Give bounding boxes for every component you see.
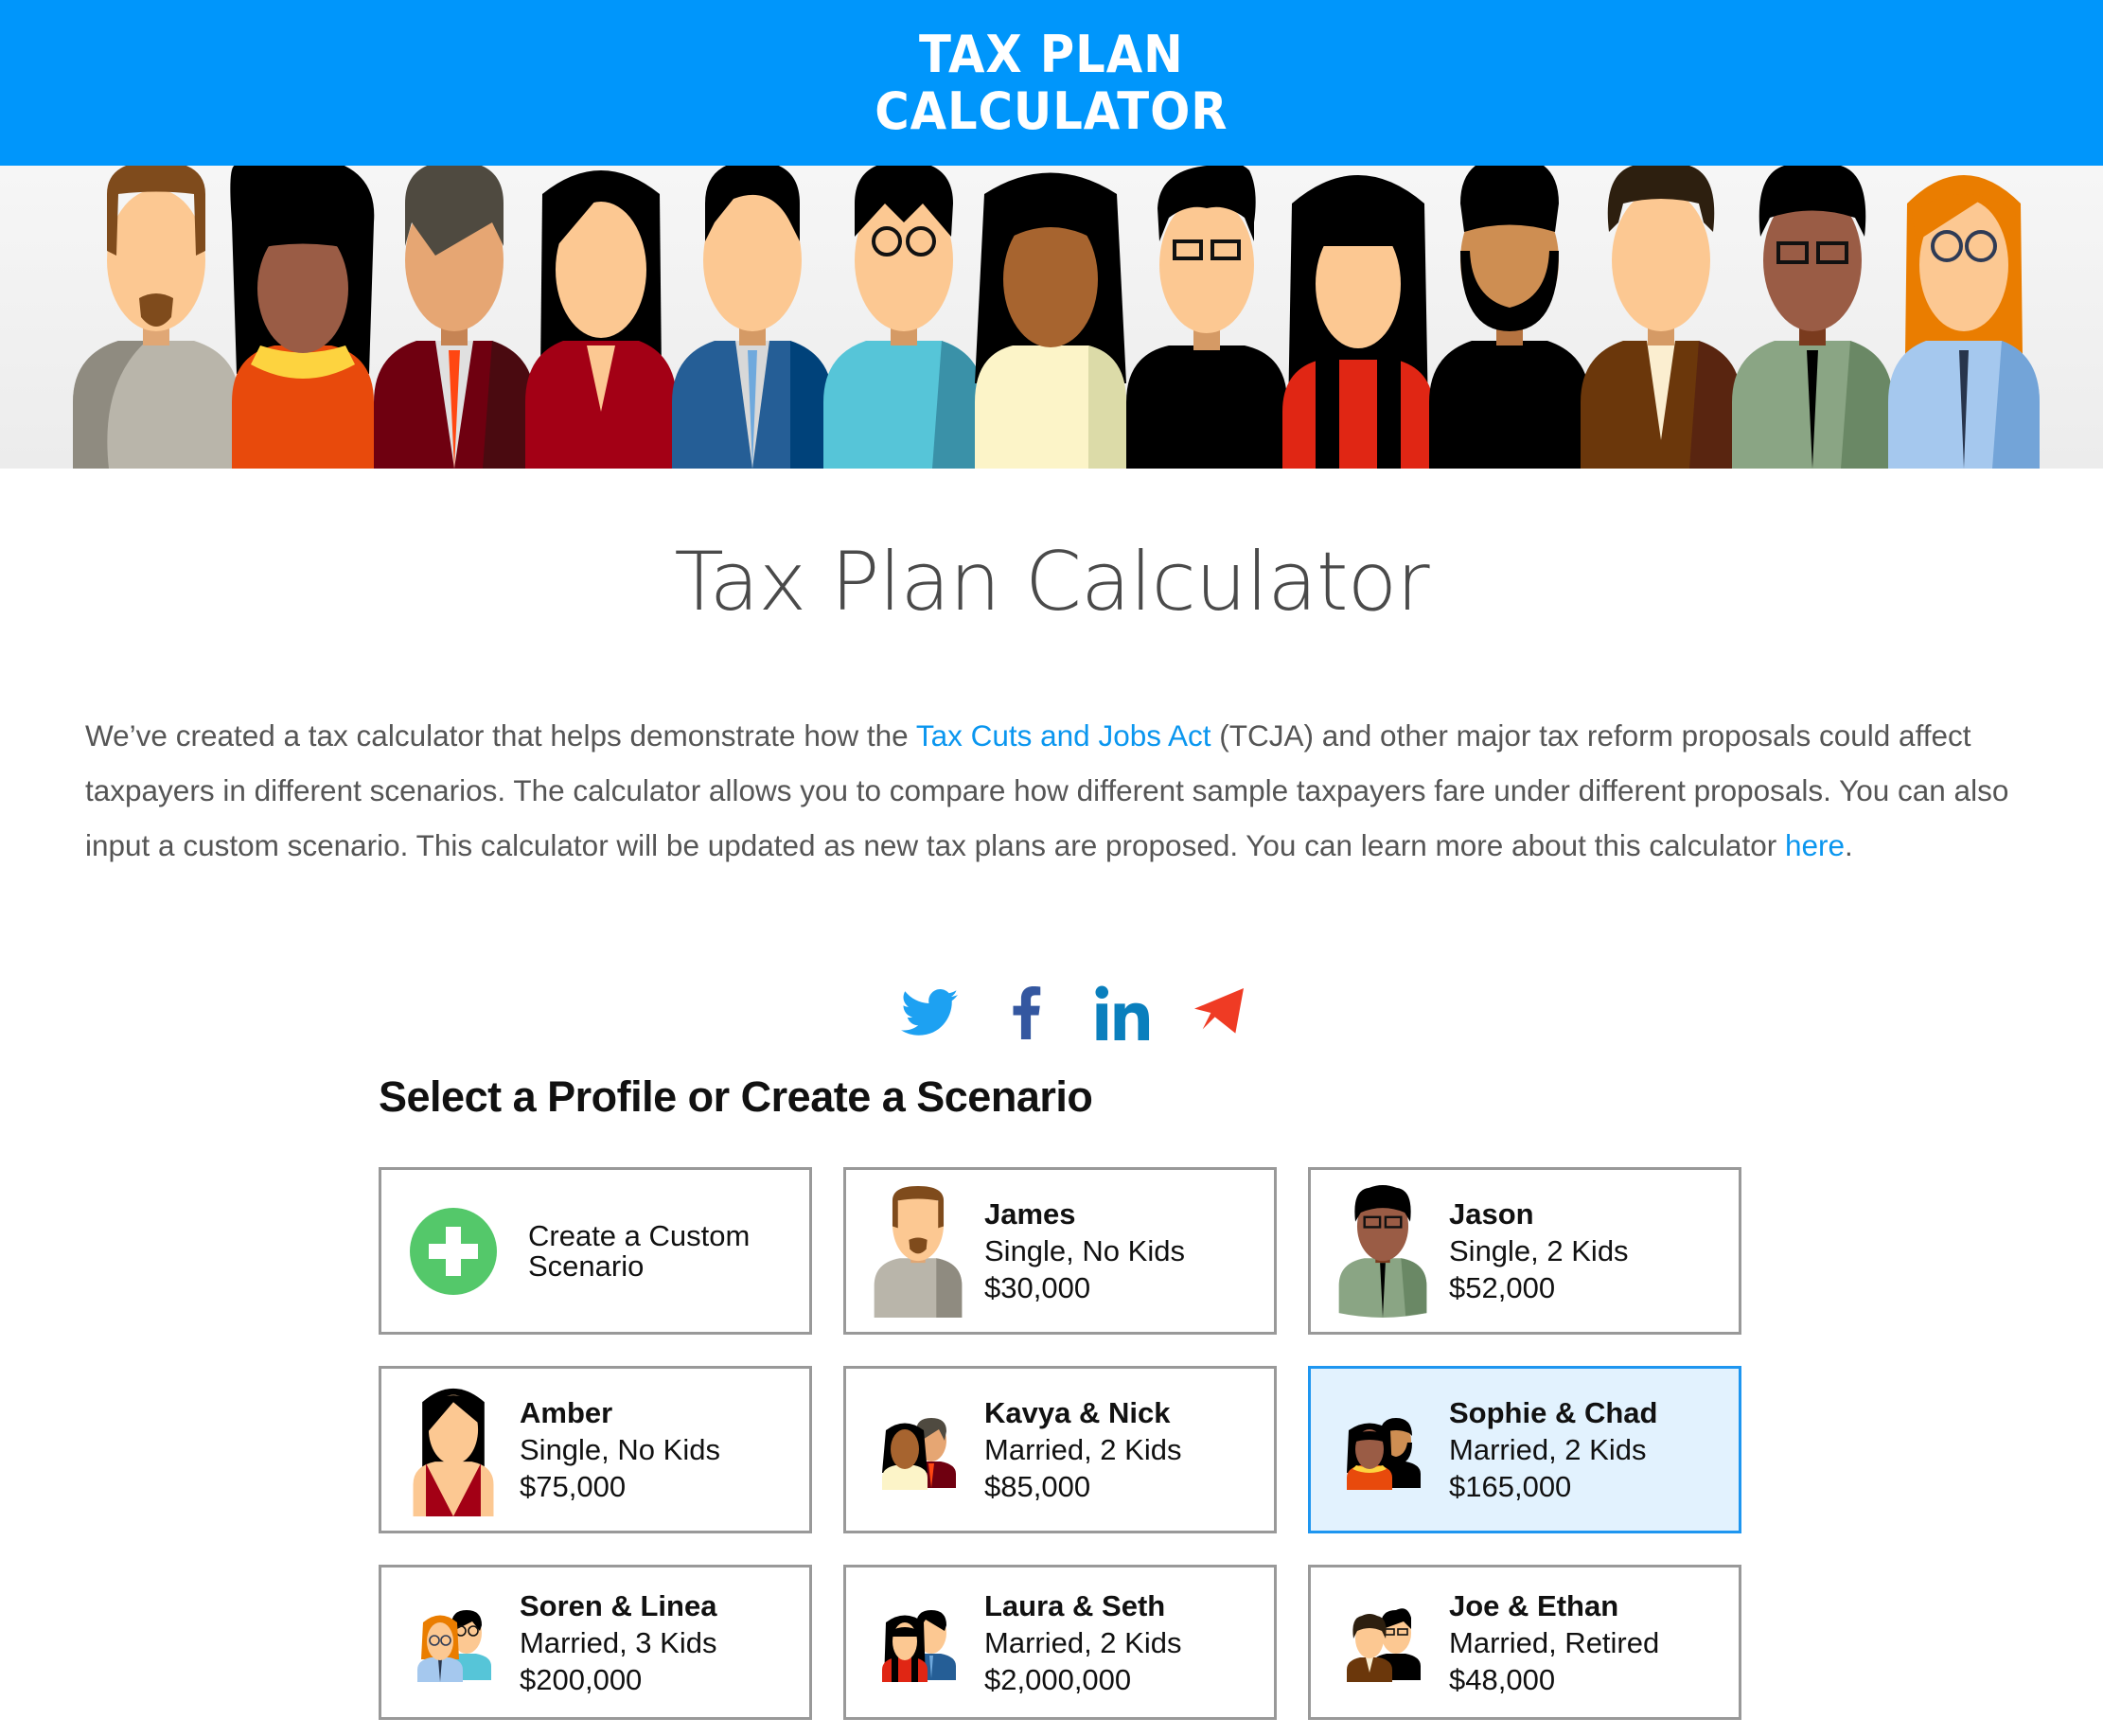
- profile-income: $165,000: [1449, 1470, 1572, 1503]
- avatar-figure: [374, 166, 535, 469]
- avatar-figure: [1282, 175, 1434, 469]
- avatar-figure: [1429, 166, 1590, 469]
- avatar-amber-icon: [406, 1384, 501, 1516]
- custom-label-line-1: Create a Custom: [528, 1218, 751, 1252]
- avatar-figure: [1581, 166, 1741, 469]
- linkedin-share-button[interactable]: [1092, 983, 1153, 1043]
- avatar-figure: [525, 170, 677, 469]
- profile-name: Soren & Linea: [520, 1588, 717, 1622]
- intro-paragraph: We’ve created a tax calculator that help…: [85, 708, 2035, 873]
- custom-scenario-label: Create a Custom Scenario: [528, 1218, 751, 1283]
- profile-name: Amber: [520, 1396, 613, 1429]
- profile-card-james[interactable]: James Single, No Kids $30,000: [843, 1167, 1277, 1335]
- profile-income: $48,000: [1449, 1662, 1556, 1696]
- avatar-figure: [823, 166, 984, 469]
- profile-name: Jason: [1449, 1197, 1534, 1231]
- logo-line-2: CALCULATOR: [875, 80, 1228, 141]
- profile-name: Joe & Ethan: [1449, 1588, 1619, 1622]
- profile-card-amber[interactable]: Amber Single, No Kids $75,000: [379, 1366, 812, 1533]
- section-heading: Select a Profile or Create a Scenario: [379, 1072, 1093, 1121]
- social-share-bar: [899, 975, 1249, 1051]
- avatar-laura-seth-icon: [871, 1576, 965, 1709]
- hero-banner: [0, 166, 2103, 469]
- facebook-share-button[interactable]: [996, 983, 1056, 1043]
- profile-status: Married, 3 Kids: [520, 1625, 717, 1659]
- avatar-soren-linea-icon: [406, 1576, 501, 1709]
- avatar-figure: [1732, 166, 1893, 469]
- twitter-share-button[interactable]: [899, 983, 960, 1043]
- twitter-icon: [901, 989, 958, 1036]
- profile-status: Single, No Kids: [520, 1433, 720, 1466]
- logo-line-1: TAX PLAN: [919, 24, 1184, 84]
- create-custom-scenario-card[interactable]: Create a Custom Scenario: [379, 1167, 812, 1335]
- profile-income: $75,000: [520, 1470, 627, 1503]
- profile-income: $85,000: [984, 1470, 1091, 1503]
- linkedin-icon: [1095, 985, 1150, 1040]
- profile-card-jason[interactable]: Jason Single, 2 Kids $52,000: [1308, 1167, 1741, 1335]
- intro-text: We’ve created a tax calculator that help…: [85, 718, 916, 753]
- share-button[interactable]: [1189, 983, 1249, 1043]
- profile-status: Single, 2 Kids: [1449, 1234, 1629, 1267]
- site-logo[interactable]: TAX PLAN CALCULATOR: [875, 24, 1228, 141]
- page-title: Tax Plan Calculator: [674, 535, 1429, 629]
- profile-status: Single, No Kids: [984, 1234, 1185, 1267]
- profile-status: Married, 2 Kids: [1449, 1433, 1647, 1466]
- profile-card-soren-linea[interactable]: Soren & Linea Married, 3 Kids $200,000: [379, 1565, 812, 1720]
- site-header: TAX PLAN CALCULATOR: [0, 0, 2103, 166]
- profile-card-laura-seth[interactable]: Laura & Seth Married, 2 Kids $2,000,000: [843, 1565, 1277, 1720]
- profile-status: Married, 2 Kids: [984, 1625, 1182, 1659]
- taxpayers-illustration: [73, 166, 2040, 469]
- intro-text: .: [1845, 828, 1853, 862]
- avatar-figure: [230, 166, 375, 469]
- learn-more-link[interactable]: here: [1785, 828, 1845, 862]
- paper-plane-icon: [1194, 988, 1244, 1034]
- profile-name: Laura & Seth: [984, 1588, 1166, 1622]
- profile-status: Married, Retired: [1449, 1625, 1660, 1659]
- custom-label-line-2: Scenario: [528, 1249, 645, 1283]
- avatar-joe-ethan-icon: [1335, 1576, 1430, 1709]
- profile-name: James: [984, 1197, 1076, 1231]
- profile-card-sophie-chad[interactable]: Sophie & Chad Married, 2 Kids $165,000: [1308, 1366, 1741, 1533]
- profile-income: $2,000,000: [984, 1662, 1132, 1696]
- avatar-figure: [1126, 166, 1287, 469]
- profile-income: $52,000: [1449, 1271, 1556, 1304]
- profile-card-kavya-nick[interactable]: Kavya & Nick Married, 2 Kids $85,000: [843, 1366, 1277, 1533]
- profile-status: Married, 2 Kids: [984, 1433, 1182, 1466]
- avatar-figure: [73, 166, 239, 469]
- tcja-link[interactable]: Tax Cuts and Jobs Act: [916, 718, 1211, 753]
- avatar-kavya-nick-icon: [871, 1384, 965, 1516]
- profile-name: Sophie & Chad: [1449, 1396, 1658, 1429]
- avatar-figure: [1888, 175, 2040, 469]
- avatar-jason-icon: [1335, 1184, 1430, 1318]
- profile-card-joe-ethan[interactable]: Joe & Ethan Married, Retired $48,000: [1308, 1565, 1741, 1720]
- profile-income: $30,000: [984, 1271, 1091, 1304]
- facebook-icon: [1013, 986, 1041, 1039]
- avatar-james-icon: [871, 1185, 965, 1318]
- avatar-figure: [672, 166, 833, 469]
- profile-grid: Create a Custom Scenario James Single, N…: [379, 1167, 1741, 1720]
- avatar-figure: [975, 172, 1126, 469]
- profile-income: $200,000: [520, 1662, 643, 1696]
- profile-name: Kavya & Nick: [984, 1396, 1171, 1429]
- plus-circle-icon: [410, 1207, 497, 1295]
- avatar-sophie-chad-icon: [1335, 1384, 1430, 1516]
